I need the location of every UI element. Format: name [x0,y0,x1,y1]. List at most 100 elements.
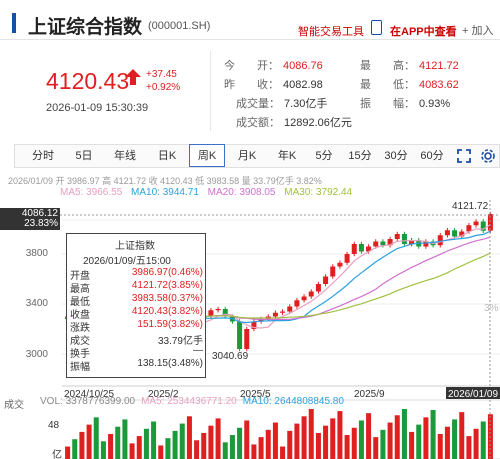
volume-bar [136,436,142,459]
candle-body [401,234,407,244]
stat-amplitude: 振 幅： 0.93% [360,98,451,110]
candle-body [237,321,243,349]
candle-body [323,276,329,284]
volume-bar [401,409,407,459]
volume-bar [337,411,343,459]
change-percent: +0.92% [146,82,181,93]
candle-body [351,244,357,254]
volume-bar [229,435,235,459]
volume-bar [265,429,271,459]
volume-bar [409,431,415,459]
volume-bar [294,423,300,459]
volume-bar [72,439,78,459]
volume-bar [380,429,386,459]
volume-bar [129,443,135,459]
candle-body [272,312,278,317]
settings-icon[interactable] [481,149,495,163]
volume-bar [344,435,350,459]
kline-tooltip: 上证指数 2026/01/09/五15:00 开盘 3986.97(0.46%) … [66,233,206,378]
volume-bar [373,437,379,459]
volume-bar [122,419,128,459]
volume-bar [208,425,214,459]
candle-body [444,230,450,236]
volume-bar [459,412,465,459]
volume-bar [237,427,243,459]
ma5-legend: MA5: 3966.55 [60,187,123,198]
volume-bar [301,416,307,459]
fullscreen-icon[interactable] [457,149,471,163]
tab-5min[interactable]: 5分 [307,145,341,167]
up-arrow-icon [125,69,141,85]
volume-bar [93,417,99,459]
quote-divider [210,51,211,131]
volume-bar [444,426,450,459]
volume-bar [158,445,164,459]
volume-bar [394,415,400,459]
candle-body [394,234,400,239]
page-header: 上证综合指数 (000001.SH) 智能交易工具 在APP中查看 + 加入 [0,0,500,40]
candle-body [437,235,443,246]
candle-body [294,300,300,307]
y-tick-3800: 3800 [26,248,49,259]
app-view-link[interactable]: 在APP中查看 [390,23,457,39]
volume-bar [323,425,329,459]
volume-bar [244,420,250,459]
price-change: +37.45 +0.92% [146,68,180,94]
quote-panel: 4120.43 +37.45 +0.92% 2026-01-09 15:30:3… [0,41,500,137]
volume-bar [387,422,393,459]
tab-30min[interactable]: 30分 [379,145,413,167]
tab-5day[interactable]: 5日 [67,145,101,167]
change-value: +37.45 [146,69,177,80]
page-title: 上证综合指数 [28,17,143,38]
ma10-legend: MA10: 3944.71 [131,187,199,198]
volume-bar [222,442,228,459]
candle-body [358,244,364,252]
stat-high: 最 高： 4121.72 [360,60,459,72]
volume-bar [416,424,422,459]
volume-bars-group [65,409,493,459]
stat-open: 今 开： 4086.76 [224,60,323,72]
tooltip-row-amplitude: 振幅 138.15(3.48%) [70,358,203,373]
volume-bar [251,444,257,459]
tooltip-row-change: 涨跌 151.59(3.82%) [70,319,203,334]
volume-title: 成交 [4,400,24,411]
stat-prev-close: 昨 收： 4082.98 [224,79,323,91]
tab-15min[interactable]: 15分 [343,145,377,167]
y-tick-3400: 3400 [26,298,49,309]
candle-body [308,291,314,297]
tab-weekly-k[interactable]: 周K [189,144,225,167]
smart-tool-link[interactable]: 智能交易工具 [298,23,364,39]
volume-bar [143,428,149,459]
tab-year-line[interactable]: 年线 [105,145,145,167]
volume-bar [79,431,85,459]
volume-bar [172,430,178,459]
add-watchlist-button[interactable]: + 加入 [462,22,493,38]
candle-body [280,311,286,313]
volume-bar [430,410,436,459]
volume-bar [330,418,336,459]
tab-yearly-k[interactable]: 年K [269,145,305,167]
volume-bar [423,417,429,459]
tooltip-date: 2026/01/09/五15:00 [83,256,171,267]
tab-monthly-k[interactable]: 月K [229,145,265,167]
volume-axis-unit: 亿 [52,450,62,459]
volume-bar [358,420,364,459]
x-tick-3: 2025/9 [354,389,385,400]
volume-bar [351,427,357,459]
candle-body [215,309,221,311]
volume-bar [452,419,458,459]
tab-60min[interactable]: 60分 [415,145,449,167]
volume-bar [108,434,114,459]
volume-bar [480,421,486,459]
candle-body [301,296,307,301]
volume-bar [308,409,314,459]
period-tabs: 分时 5日 年线 日K 周K 月K 年K 5分 15分 30分 60分 [14,144,500,168]
tab-daily-k[interactable]: 日K [149,145,185,167]
tab-intraday[interactable]: 分时 [23,145,63,167]
ma20-legend: MA20: 3908.05 [207,187,276,198]
ma30-legend: MA30: 3792.44 [284,187,353,198]
candle-body [452,230,458,237]
candle-body [244,329,250,349]
candle-body [380,241,386,246]
volume-bar [201,432,207,459]
